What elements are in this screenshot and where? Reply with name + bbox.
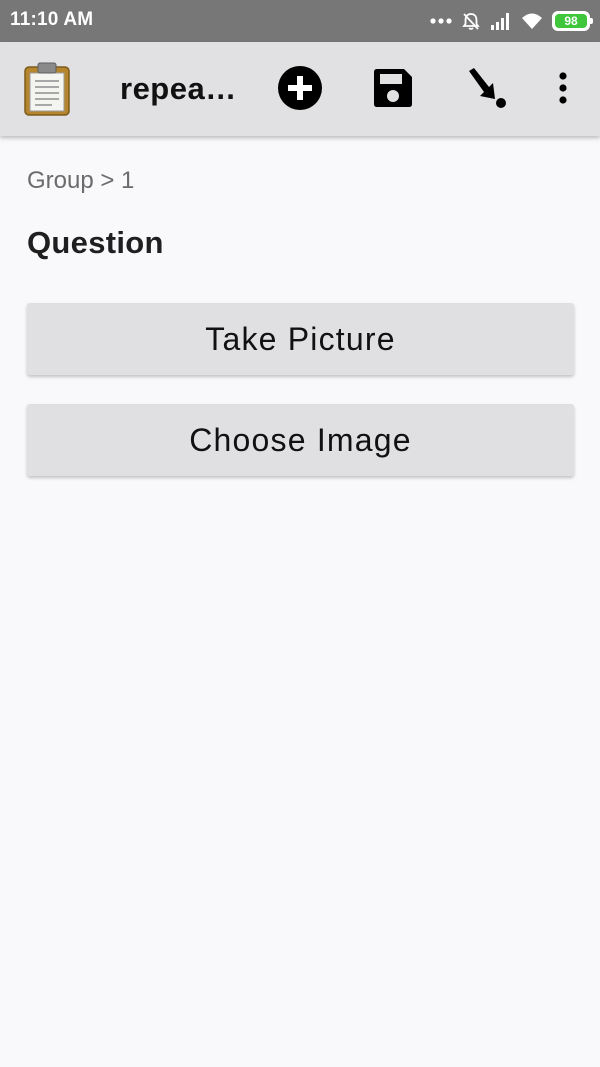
alarm-off-icon xyxy=(461,11,481,31)
jump-button[interactable] xyxy=(463,67,509,113)
choose-image-button[interactable]: Choose Image xyxy=(27,404,574,476)
add-repeat-button[interactable] xyxy=(277,65,323,116)
arrow-jump-icon xyxy=(463,65,509,116)
clipboard-icon xyxy=(22,62,72,116)
save-button[interactable] xyxy=(370,67,416,113)
add-circle-icon xyxy=(277,65,323,116)
signal-icon xyxy=(490,12,512,30)
battery-level: 98 xyxy=(555,14,587,28)
take-picture-button[interactable]: Take Picture xyxy=(27,303,574,375)
battery-icon: 98 xyxy=(552,11,593,31)
more-vert-icon xyxy=(558,71,568,109)
form-title: repea… xyxy=(120,71,237,106)
overflow-menu-button[interactable] xyxy=(545,67,581,113)
save-icon xyxy=(372,67,414,114)
status-time: 11:10 AM xyxy=(10,9,94,30)
more-dots-icon xyxy=(430,17,452,25)
question-label: Question xyxy=(27,225,164,260)
breadcrumb: Group > 1 xyxy=(27,167,135,194)
app-toolbar: repea… xyxy=(0,42,600,136)
status-bar: 11:10 AM 98 xyxy=(0,0,600,42)
status-icons: 98 xyxy=(430,9,593,33)
wifi-icon xyxy=(521,12,543,30)
